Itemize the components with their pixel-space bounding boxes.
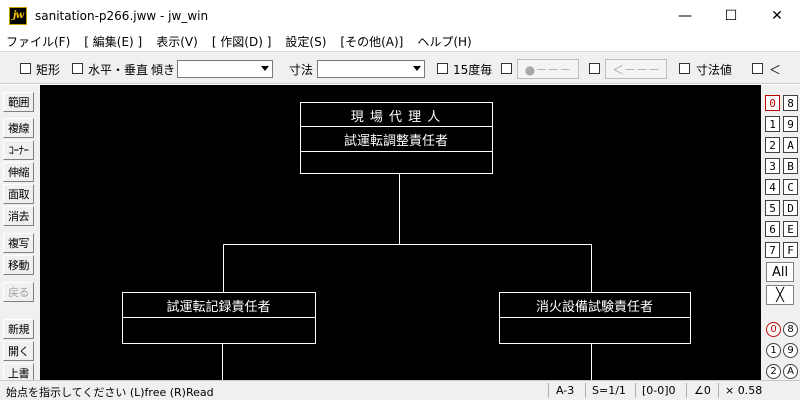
tool-new-button[interactable]: 新規: [3, 319, 34, 339]
layer-8-button[interactable]: 8: [783, 95, 798, 111]
lt-label: ＜: [769, 63, 782, 77]
group-a-button[interactable]: A: [783, 364, 798, 379]
layer-display[interactable]: [0-0]0: [642, 384, 676, 397]
window-title: sanitation-p266.jww - jw_win: [35, 8, 209, 23]
title-bar: jw sanitation-p266.jww - jw_win — ☐ ✕: [0, 0, 800, 31]
layer-c-button[interactable]: C: [783, 179, 798, 195]
menu-settings[interactable]: 設定(S): [285, 33, 326, 50]
tilt-combo[interactable]: [177, 60, 273, 78]
lt-checkbox[interactable]: [752, 63, 763, 74]
tool-range-button[interactable]: 範囲: [3, 92, 34, 112]
close-button[interactable]: ✕: [754, 0, 800, 31]
chevron-down-icon: [261, 66, 269, 71]
angle-display[interactable]: ∠0: [694, 384, 711, 397]
rect-checkbox[interactable]: [20, 63, 31, 74]
status-separator: [686, 383, 687, 398]
tool-copy-button[interactable]: 複写: [3, 233, 34, 253]
layer-f-button[interactable]: F: [783, 242, 798, 258]
menu-bar: ファイル(F) [ 編集(E) ] 表示(V) [ 作図(D) ] 設定(S) …: [0, 31, 800, 51]
deg15-label: 15度毎: [453, 63, 493, 77]
tool-corner-button[interactable]: ｺｰﾅｰ: [3, 140, 34, 160]
tool-offset-button[interactable]: 複線: [3, 118, 34, 138]
menu-edit[interactable]: [ 編集(E) ]: [84, 33, 142, 50]
dot-line-button[interactable]: ●－－－: [517, 59, 579, 79]
layer-a-button[interactable]: A: [783, 137, 798, 153]
menu-file[interactable]: ファイル(F): [6, 33, 70, 50]
paper-size[interactable]: A-3: [556, 384, 574, 397]
layer-7-button[interactable]: 7: [765, 242, 780, 258]
arrow-line-checkbox[interactable]: [589, 63, 600, 74]
group-2-button[interactable]: 2: [766, 364, 781, 379]
layer-all-button[interactable]: All: [766, 262, 794, 282]
arrow-line-button[interactable]: ＜－－－: [605, 59, 667, 79]
dimval-checkbox[interactable]: [679, 63, 690, 74]
left-box-title: 試運転記録責任者: [166, 300, 271, 315]
layer-close-button[interactable]: ╳: [766, 285, 794, 305]
dim-combo[interactable]: [317, 60, 425, 78]
tilt-label: 傾き: [151, 63, 176, 77]
group-1-button[interactable]: 1: [766, 343, 781, 358]
tool-move-button[interactable]: 移動: [3, 255, 34, 275]
layer-3-button[interactable]: 3: [765, 158, 780, 174]
deg15-checkbox[interactable]: [437, 63, 448, 74]
layer-panel: 0 8 1 9 2 A 3 B 4 C 5 D 6 E 7 F All ╳ 0 …: [761, 85, 800, 380]
status-separator: [585, 383, 586, 398]
tool-chamfer-button[interactable]: 面取: [3, 184, 34, 204]
toolbar: 矩形 水平・垂直 傾き 寸法 15度毎 ●－－－ ＜－－－ 寸法値 ＜: [0, 51, 800, 84]
status-bar: 始点を指示してください (L)free (R)Read A-3 S=1/1 [0…: [0, 380, 800, 400]
dimval-label: 寸法値: [696, 63, 733, 77]
dim-label: 寸法: [289, 63, 314, 77]
hv-label: 水平・垂直: [88, 63, 149, 77]
group-8-button[interactable]: 8: [783, 322, 798, 337]
tool-stretch-button[interactable]: 伸縮: [3, 162, 34, 182]
status-separator: [548, 383, 549, 398]
layer-b-button[interactable]: B: [783, 158, 798, 174]
tool-open-button[interactable]: 開く: [3, 341, 34, 361]
layer-2-button[interactable]: 2: [765, 137, 780, 153]
status-separator: [635, 383, 636, 398]
layer-6-button[interactable]: 6: [765, 221, 780, 237]
app-icon[interactable]: jw: [9, 6, 27, 25]
layer-e-button[interactable]: E: [783, 221, 798, 237]
minimize-button[interactable]: —: [662, 0, 708, 31]
top-box-subtitle: 試運転調整責任者: [343, 134, 448, 149]
scale-display[interactable]: S=1/1: [592, 384, 626, 397]
menu-other[interactable]: [その他(A)]: [340, 33, 403, 50]
menu-help[interactable]: ヘルプ(H): [417, 33, 471, 50]
status-separator: [718, 383, 719, 398]
right-box-title: 消火設備試験責任者: [535, 300, 653, 315]
top-box-title: 現 場 代 理 人: [350, 110, 442, 125]
status-message: 始点を指示してください (L)free (R)Read: [6, 386, 214, 399]
tool-erase-button[interactable]: 消去: [3, 206, 34, 226]
dot-line-checkbox[interactable]: [501, 63, 512, 74]
group-9-button[interactable]: 9: [783, 343, 798, 358]
layer-0-button[interactable]: 0: [765, 95, 780, 111]
chevron-down-icon: [413, 66, 421, 71]
group-0-button[interactable]: 0: [766, 322, 781, 337]
layer-d-button[interactable]: D: [783, 200, 798, 216]
layer-4-button[interactable]: 4: [765, 179, 780, 195]
drawing-canvas[interactable]: 現 場 代 理 人 試運転調整責任者 試運転記録責任者 消火設備試験責任者: [40, 85, 761, 380]
zoom-display[interactable]: × 0.58: [725, 384, 762, 397]
hv-checkbox[interactable]: [72, 63, 83, 74]
layer-5-button[interactable]: 5: [765, 200, 780, 216]
rect-label: 矩形: [36, 63, 61, 77]
maximize-button[interactable]: ☐: [708, 0, 754, 31]
menu-view[interactable]: 表示(V): [156, 33, 198, 50]
layer-9-button[interactable]: 9: [783, 116, 798, 132]
tool-panel: 範囲 複線 ｺｰﾅｰ 伸縮 面取 消去 複写 移動 戻る 新規 開く 上書: [0, 85, 40, 383]
menu-draw[interactable]: [ 作図(D) ]: [212, 33, 272, 50]
layer-1-button[interactable]: 1: [765, 116, 780, 132]
tool-undo-button[interactable]: 戻る: [3, 282, 34, 302]
